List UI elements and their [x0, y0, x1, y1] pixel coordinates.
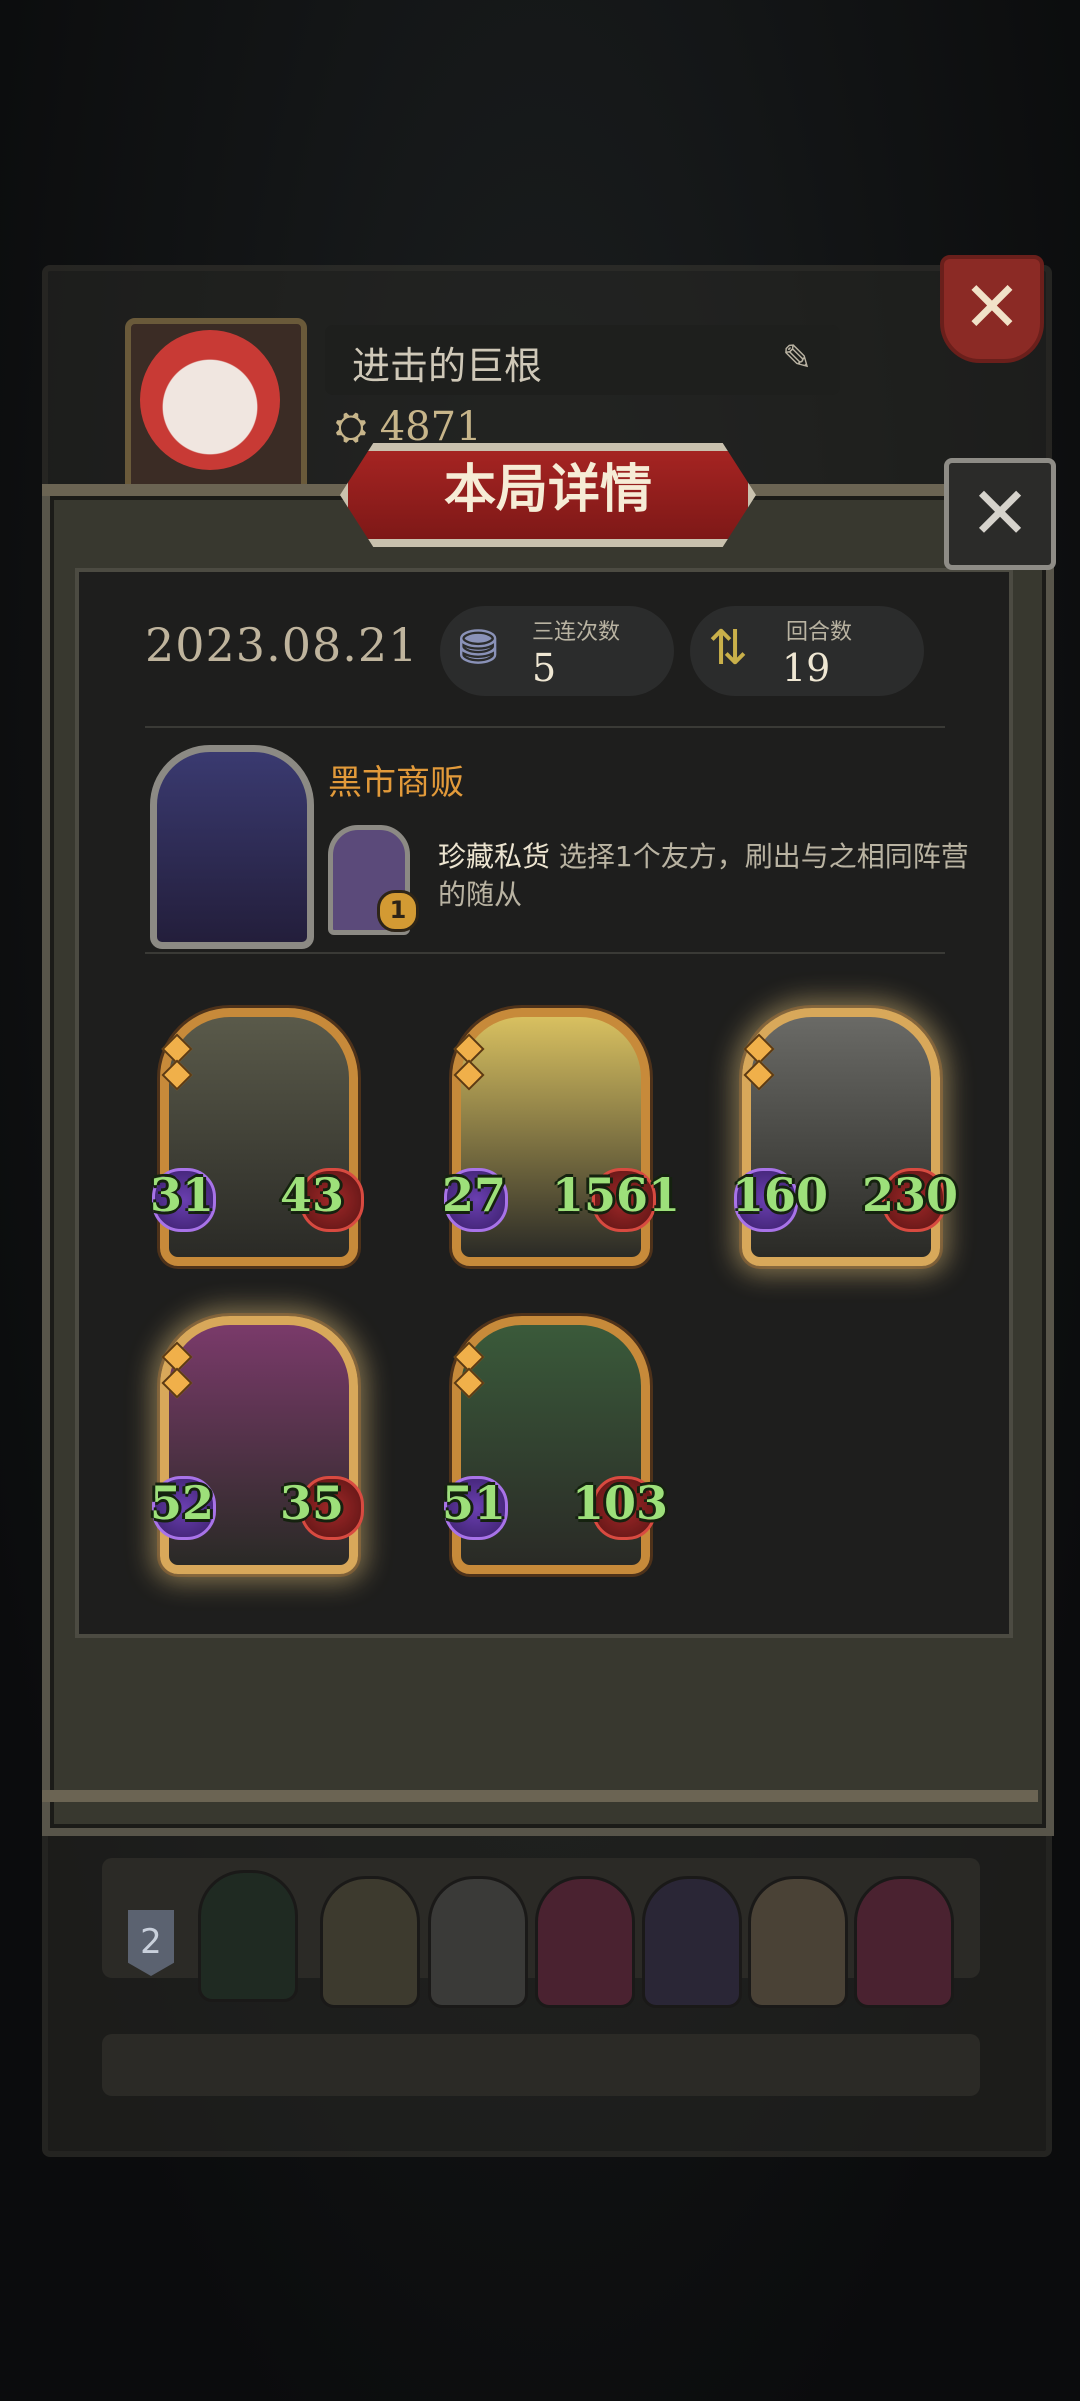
avatar: [140, 330, 280, 470]
minion-thumb: [748, 1876, 848, 2008]
hero-power-description: 珍藏私货 选择1个友方，刷出与之相同阵营的随从: [438, 838, 978, 914]
profile-close-button[interactable]: ✕: [940, 255, 1044, 363]
minion-thumb: [428, 1876, 528, 2008]
triple-stack-icon: ⛃: [458, 620, 499, 676]
minion-thumb: [320, 1876, 420, 2008]
history-row[interactable]: [102, 2034, 980, 2096]
close-button[interactable]: ✕: [944, 458, 1056, 570]
minion-attack: 51: [442, 1476, 507, 1530]
stat-label: 三连次数: [532, 620, 621, 645]
minion-thumb: [642, 1876, 742, 2008]
divider: [145, 726, 945, 728]
minion-health: 230: [862, 1168, 959, 1222]
divider: [145, 952, 945, 954]
match-date: 2023.08.21: [145, 618, 419, 672]
hero-portrait[interactable]: [150, 745, 314, 949]
stat-label: 回合数: [786, 620, 853, 645]
minion-health: 1561: [552, 1168, 681, 1222]
minion-health: 103: [572, 1476, 669, 1530]
hero-power-cost: 1: [377, 890, 419, 932]
pencil-icon[interactable]: ✎: [782, 338, 812, 379]
hero-portrait: [198, 1870, 298, 2002]
stat-value: 19: [782, 646, 831, 690]
stat-value: 5: [532, 646, 557, 690]
minion-attack: 52: [150, 1476, 215, 1530]
rank-badge: 2: [128, 1910, 174, 1976]
minion-health: 35: [280, 1476, 345, 1530]
minion-attack: 27: [442, 1168, 507, 1222]
player-name: 进击的巨根: [352, 344, 543, 388]
modal-title: 本局详情: [443, 459, 652, 520]
minion-thumb: [535, 1876, 635, 2008]
hero-power-name: 珍藏私货: [438, 840, 551, 873]
minion-thumb: [854, 1876, 954, 2008]
turn-cycle-icon: ⇅: [708, 620, 749, 676]
coin-icon: ⛭: [335, 404, 367, 450]
minion-attack: 31: [150, 1168, 215, 1222]
hero-name: 黑市商贩: [328, 763, 464, 803]
minion-health: 43: [280, 1168, 345, 1222]
modal-bottom-rail: [42, 1790, 1038, 1802]
minion-attack: 160: [732, 1168, 829, 1222]
